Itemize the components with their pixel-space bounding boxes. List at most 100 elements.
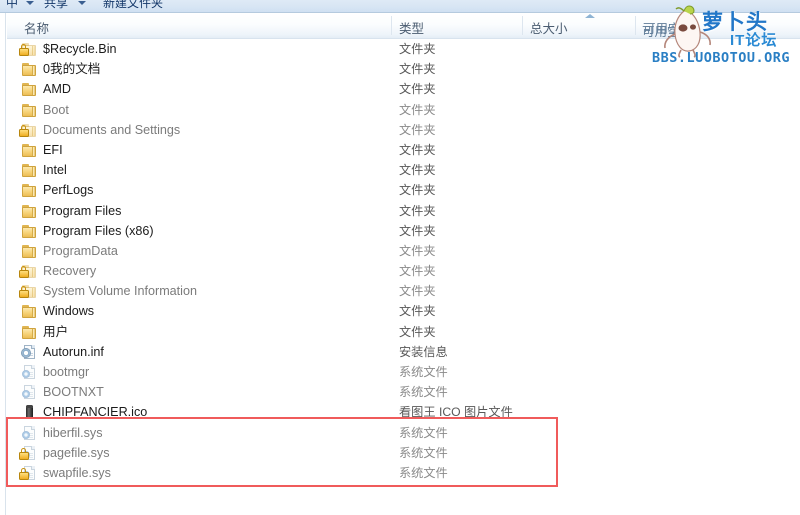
toolbar-item-include-label: 中 <box>6 0 19 10</box>
table-row[interactable]: Windows 文件夹 <box>7 301 800 321</box>
folder-icon <box>21 243 38 259</box>
file-name-cell: hiberfil.sys <box>43 425 103 440</box>
table-row[interactable]: EFI 文件夹 <box>7 140 800 160</box>
lock-overlay-icon <box>18 44 29 56</box>
table-row[interactable]: Program Files 文件夹 <box>7 201 800 221</box>
table-row[interactable]: pagefile.sys 系统文件 <box>7 443 800 463</box>
folder-icon <box>21 182 38 198</box>
table-row[interactable]: 用户 文件夹 <box>7 322 800 342</box>
file-type-cell: 文件夹 <box>399 203 436 218</box>
column-divider[interactable] <box>522 16 523 35</box>
file-name-cell: Program Files (x86) <box>43 223 154 238</box>
explorer-content-pane: 名称 类型 总大小 可用空间 $Recycle.Bin 文件夹 0我的文档 文件夹 AM… <box>0 13 800 515</box>
file-type-cell: 文件夹 <box>399 183 436 198</box>
table-row[interactable]: Boot 文件夹 <box>7 100 800 120</box>
toolbar-item-include[interactable]: 中 <box>6 0 18 11</box>
table-row[interactable]: Program Files (x86) 文件夹 <box>7 221 800 241</box>
file-name-cell: Autorun.inf <box>43 344 104 359</box>
file-type-cell: 文件夹 <box>399 122 436 137</box>
file-type-cell: 文件夹 <box>399 243 436 258</box>
file-name-cell: BOOTNXT <box>43 385 104 400</box>
file-type-cell: 文件夹 <box>399 142 436 157</box>
lock-overlay-icon <box>18 447 29 460</box>
file-type-cell: 系统文件 <box>399 465 448 480</box>
table-row[interactable]: $Recycle.Bin 文件夹 <box>7 39 800 59</box>
folder-icon <box>18 263 38 279</box>
file-type-cell: 文件夹 <box>399 102 436 117</box>
folder-icon <box>21 142 38 158</box>
file-type-cell: 安装信息 <box>399 344 448 359</box>
folder-icon <box>18 122 38 138</box>
table-row[interactable]: Autorun.inf 安装信息 <box>7 342 800 362</box>
file-type-cell: 文件夹 <box>399 163 436 178</box>
explorer-toolbar: 中 共享 新建文件夹 <box>0 0 800 13</box>
chevron-down-icon[interactable] <box>78 1 86 5</box>
chevron-down-icon[interactable] <box>26 1 34 5</box>
column-header-free-space[interactable]: 可用空间 <box>643 18 693 37</box>
folder-icon <box>18 41 38 57</box>
toolbar-item-share[interactable]: 共享 <box>44 0 68 11</box>
file-type-cell: 文件夹 <box>399 62 436 77</box>
system-file-icon <box>18 465 38 481</box>
system-file-icon <box>18 445 38 461</box>
file-name-cell: System Volume Information <box>43 284 197 299</box>
file-type-cell: 文件夹 <box>399 324 436 339</box>
column-header-name[interactable]: 名称 <box>24 18 49 37</box>
file-name-cell: Boot <box>43 102 69 117</box>
file-name-cell: AMD <box>43 82 71 97</box>
lock-overlay-icon <box>18 467 29 480</box>
column-header-type[interactable]: 类型 <box>399 18 424 37</box>
column-divider[interactable] <box>635 16 636 35</box>
table-row[interactable]: PerfLogs 文件夹 <box>7 180 800 200</box>
sort-ascending-icon <box>585 14 595 18</box>
table-row[interactable]: 0我的文档 文件夹 <box>7 59 800 79</box>
folder-icon <box>21 81 38 97</box>
lock-overlay-icon <box>18 124 29 137</box>
file-name-cell: swapfile.sys <box>43 465 111 480</box>
folder-icon <box>21 203 38 219</box>
folder-icon <box>21 303 38 319</box>
file-type-cell: 系统文件 <box>399 425 448 440</box>
table-row[interactable]: Recovery 文件夹 <box>7 261 800 281</box>
table-row[interactable]: swapfile.sys 系统文件 <box>7 463 800 483</box>
file-name-cell: Documents and Settings <box>43 122 181 137</box>
file-type-cell: 文件夹 <box>399 284 436 299</box>
system-file-icon <box>21 384 38 400</box>
lock-overlay-icon <box>18 266 29 279</box>
file-type-cell: 文件夹 <box>399 42 436 56</box>
navigation-pane-edge <box>0 13 6 515</box>
file-name-cell: PerfLogs <box>43 183 94 198</box>
explorer-window: 中 共享 新建文件夹 名称 类型 总大小 可用空间 $Recycle.Bin 文件… <box>0 0 800 515</box>
file-type-cell: 文件夹 <box>399 82 436 97</box>
table-row[interactable]: ProgramData 文件夹 <box>7 241 800 261</box>
column-divider[interactable] <box>391 16 392 35</box>
folder-icon <box>21 61 38 77</box>
system-file-icon <box>21 364 38 380</box>
folder-icon <box>21 102 38 118</box>
file-name-cell: Program Files <box>43 203 122 218</box>
column-header-total-size[interactable]: 总大小 <box>530 18 568 37</box>
table-row[interactable]: hiberfil.sys 系统文件 <box>7 423 800 443</box>
table-row[interactable]: Intel 文件夹 <box>7 160 800 180</box>
table-row[interactable]: Documents and Settings 文件夹 <box>7 120 800 140</box>
lock-overlay-icon <box>18 286 29 299</box>
folder-icon <box>21 324 38 340</box>
table-row[interactable]: BOOTNXT 系统文件 <box>7 382 800 402</box>
file-type-cell: 系统文件 <box>399 385 448 400</box>
folder-icon <box>18 283 38 299</box>
toolbar-item-new-folder[interactable]: 新建文件夹 <box>103 0 163 11</box>
folder-icon <box>21 162 38 178</box>
file-type-cell: 文件夹 <box>399 223 436 238</box>
toolbar-item-new-folder-label: 新建文件夹 <box>103 0 164 10</box>
system-file-icon <box>21 425 38 441</box>
file-name-cell: Windows <box>43 304 95 319</box>
file-name-cell: 0我的文档 <box>43 62 101 77</box>
file-name-cell: 用户 <box>43 324 69 339</box>
table-row[interactable]: AMD 文件夹 <box>7 79 800 99</box>
file-name-cell: pagefile.sys <box>43 445 110 460</box>
table-row[interactable]: System Volume Information 文件夹 <box>7 281 800 301</box>
table-row[interactable]: CHIPFANCIER.ico 看图王 ICO 图片文件 <box>7 402 800 422</box>
file-name-cell: CHIPFANCIER.ico <box>43 405 148 420</box>
file-list-view[interactable]: 名称 类型 总大小 可用空间 $Recycle.Bin 文件夹 0我的文档 文件夹 AM… <box>7 13 800 515</box>
table-row[interactable]: bootmgr 系统文件 <box>7 362 800 382</box>
